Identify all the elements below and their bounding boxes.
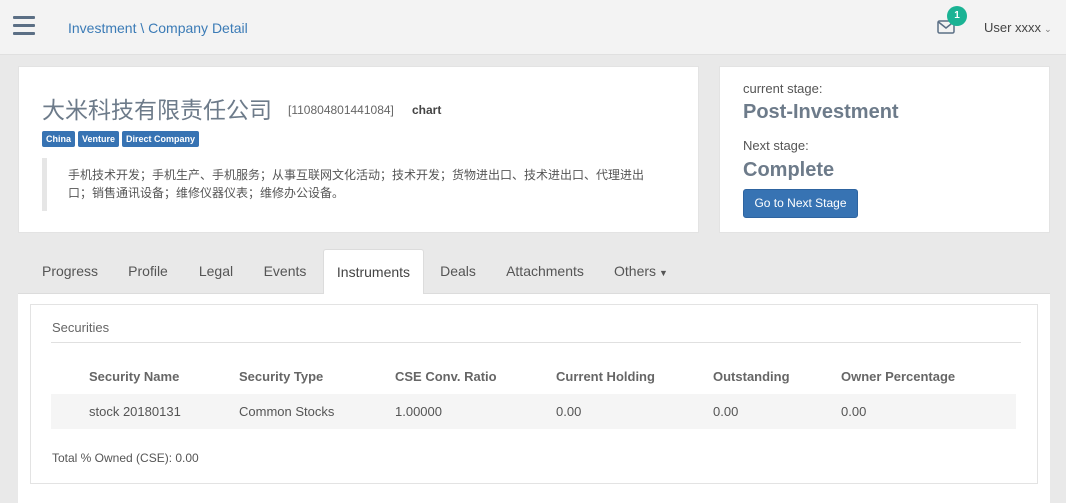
column-header: Security Type — [239, 369, 324, 384]
conv-ratio-cell: 1.00000 — [395, 404, 442, 419]
description-line: 口；销售通讯设备；维修仪器仪表；维修办公设备。 — [68, 186, 345, 200]
company-card: 大米科技有限责任公司 [110804801441084] chart China… — [18, 66, 699, 233]
owner-percentage-cell: 0.00 — [841, 404, 867, 419]
column-header: Current Holding — [556, 369, 655, 384]
company-tags: China Venture Direct Company — [42, 131, 200, 147]
tag-country: China — [42, 131, 76, 147]
outstanding-cell: 0.00 — [713, 404, 739, 419]
tab-profile[interactable]: Profile — [117, 249, 179, 294]
chart-link[interactable]: chart — [412, 103, 441, 117]
next-stage-value: Complete — [743, 159, 835, 181]
company-id: [110804801441084] — [288, 103, 394, 117]
current-holding-cell: 0.00 — [556, 404, 582, 419]
securities-title: Securities — [52, 320, 110, 335]
tab-instruments[interactable]: Instruments — [323, 249, 424, 295]
table-row[interactable]: stock 20180131 Common Stocks 1.00000 0.0… — [51, 394, 1016, 429]
securities-section: Securities Security Name Security Type C… — [30, 304, 1038, 484]
top-navbar: Investment \ Company Detail 1 User xxxx ⌄ — [0, 0, 1066, 55]
tab-legal[interactable]: Legal — [190, 249, 242, 294]
description-line: 手机技术开发；手机生产、手机服务；从事互联网文化活动；技术开发；货物进出口、技术… — [68, 168, 645, 182]
hamburger-menu-icon[interactable] — [13, 16, 35, 36]
total-owned: Total % Owned (CSE): 0.00 — [52, 451, 199, 465]
chevron-down-icon: ⌄ — [1044, 24, 1052, 34]
current-stage-label: current stage: — [743, 81, 823, 96]
user-menu[interactable]: User xxxx ⌄ — [984, 20, 1052, 35]
security-type-cell: Common Stocks — [239, 404, 335, 419]
go-to-next-stage-button[interactable]: Go to Next Stage — [743, 189, 858, 218]
tab-others[interactable]: Others ▼ — [606, 249, 676, 294]
notification-count-badge: 1 — [947, 6, 967, 26]
section-divider — [51, 342, 1021, 343]
tag-type: Venture — [78, 131, 120, 147]
column-header: CSE Conv. Ratio — [395, 369, 497, 384]
caret-down-icon: ▼ — [659, 268, 668, 278]
tag-category: Direct Company — [122, 131, 200, 147]
table-header-row: Security Name Security Type CSE Conv. Ra… — [51, 359, 1016, 394]
security-name-cell: stock 20180131 — [89, 404, 181, 419]
detail-tabs: Progress Profile Legal Events Instrument… — [18, 249, 1050, 295]
tab-progress[interactable]: Progress — [31, 249, 109, 294]
next-stage-label: Next stage: — [743, 138, 809, 153]
tab-events[interactable]: Events — [254, 249, 316, 294]
stage-card: current stage: Post-Investment Next stag… — [719, 66, 1050, 233]
column-header: Outstanding — [713, 369, 790, 384]
securities-table: Security Name Security Type CSE Conv. Ra… — [51, 359, 1016, 429]
company-name: 大米科技有限责任公司 — [42, 98, 272, 124]
tab-others-label: Others — [614, 263, 657, 279]
breadcrumb[interactable]: Investment \ Company Detail — [68, 20, 248, 36]
instruments-panel: Securities Security Name Security Type C… — [18, 294, 1050, 503]
column-header: Security Name — [89, 369, 180, 384]
column-header: Owner Percentage — [841, 369, 956, 384]
user-name: User xxxx — [984, 20, 1042, 35]
current-stage-value: Post-Investment — [743, 101, 899, 123]
company-description: 手机技术开发；手机生产、手机服务；从事互联网文化活动；技术开发；货物进出口、技术… — [42, 158, 662, 211]
tab-deals[interactable]: Deals — [432, 249, 484, 294]
tab-attachments[interactable]: Attachments — [499, 249, 591, 294]
